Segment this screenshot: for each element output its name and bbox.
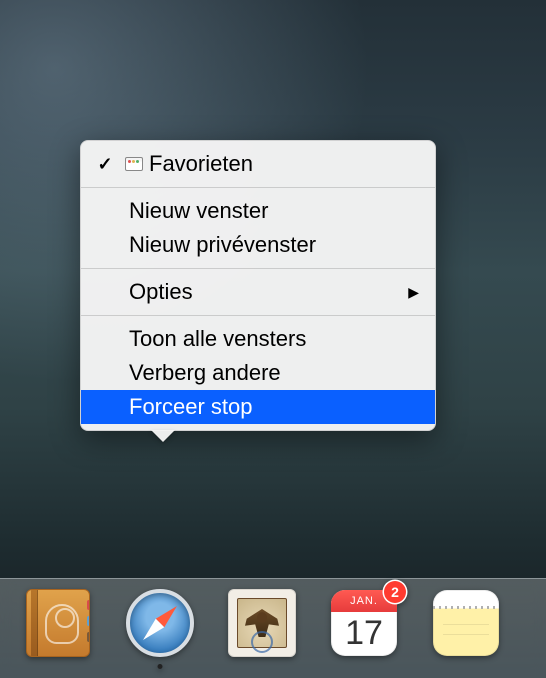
menu-separator [81, 315, 435, 316]
dock-context-menu: ✓ Favorieten Nieuw venster Nieuw privéve… [80, 140, 436, 431]
mail-icon [228, 589, 296, 657]
menu-item-hide-others[interactable]: Verberg andere [81, 356, 435, 390]
notes-icon [433, 590, 499, 656]
menu-separator [81, 268, 435, 269]
calendar-day-label: 17 [331, 612, 397, 654]
dock-app-safari[interactable] [124, 587, 196, 659]
check-icon: ✓ [97, 147, 112, 181]
menu-separator [81, 187, 435, 188]
menu-item-show-all-windows[interactable]: Toon alle vensters [81, 322, 435, 356]
menu-item-options[interactable]: Opties ▶ [81, 275, 435, 309]
dock-app-notes[interactable] [430, 587, 502, 659]
menu-item-label: Nieuw privévenster [129, 228, 316, 262]
dock: JAN. 17 2 [0, 578, 546, 678]
menu-item-label: Nieuw venster [129, 194, 268, 228]
window-icon [125, 157, 143, 171]
dock-app-contacts[interactable] [22, 587, 94, 659]
safari-icon [126, 589, 194, 657]
notification-badge: 2 [384, 581, 406, 603]
menu-item-label: Opties [129, 275, 193, 309]
dock-app-calendar[interactable]: JAN. 17 2 [328, 587, 400, 659]
menu-item-new-private-window[interactable]: Nieuw privévenster [81, 228, 435, 262]
menu-item-force-quit[interactable]: Forceer stop [81, 390, 435, 424]
menu-item-new-window[interactable]: Nieuw venster [81, 194, 435, 228]
dock-app-mail[interactable] [226, 587, 298, 659]
menu-item-favorieten[interactable]: ✓ Favorieten [81, 147, 435, 181]
submenu-arrow-icon: ▶ [408, 275, 419, 309]
menu-item-label: Favorieten [149, 147, 253, 181]
menu-item-label: Toon alle vensters [129, 322, 306, 356]
menu-item-label: Forceer stop [129, 390, 253, 424]
running-indicator-icon [158, 664, 163, 669]
menu-item-label: Verberg andere [129, 356, 281, 390]
contacts-icon [26, 589, 90, 657]
